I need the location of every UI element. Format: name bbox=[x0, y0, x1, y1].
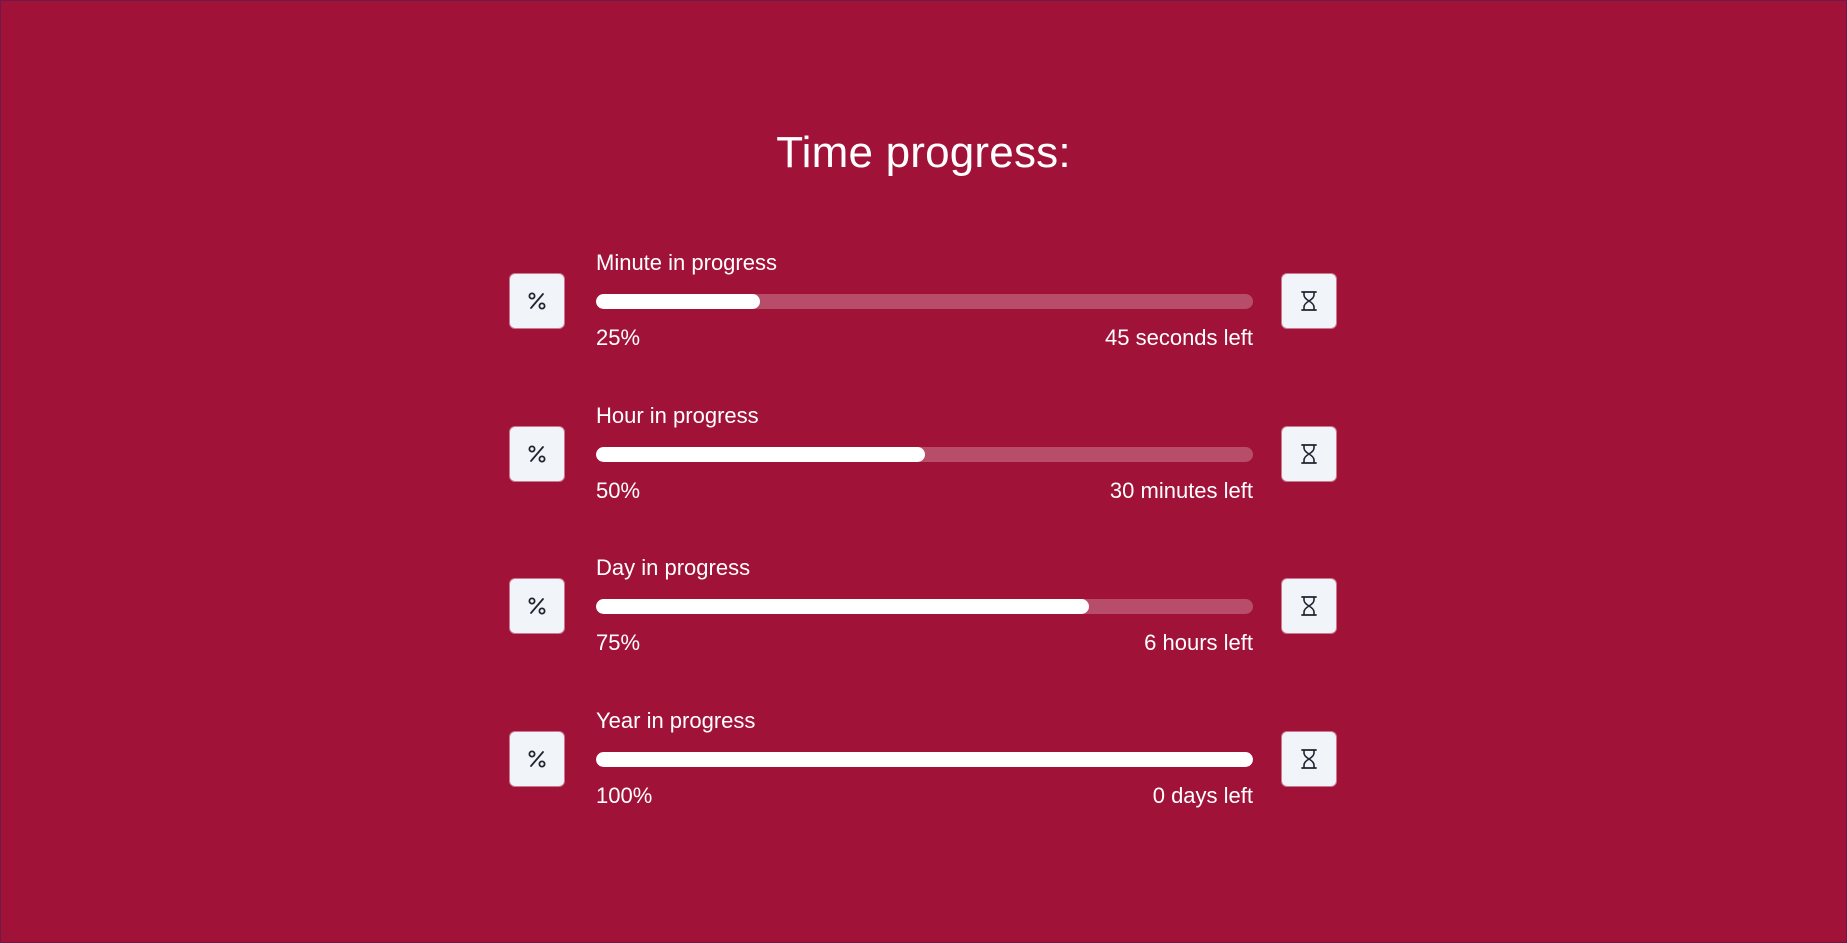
remaining-toggle-button[interactable] bbox=[1281, 731, 1337, 787]
progress-label: Minute in progress bbox=[596, 250, 777, 275]
progress-percent: 50% bbox=[596, 478, 641, 503]
time-remaining: 6 hours left bbox=[1144, 630, 1253, 655]
progress-percent: 25% bbox=[596, 325, 641, 350]
hourglass-icon bbox=[1301, 596, 1317, 616]
progress-track bbox=[596, 599, 1253, 614]
progress-track bbox=[596, 294, 1253, 309]
progress-row-hour: Hour in progress 50% 30 minutes left bbox=[509, 403, 1340, 515]
remaining-toggle-button[interactable] bbox=[1281, 578, 1337, 634]
page-title: Time progress: bbox=[776, 128, 1071, 177]
percent-icon bbox=[528, 292, 546, 310]
progress-label: Year in progress bbox=[596, 708, 756, 733]
progress-fill bbox=[596, 447, 925, 462]
time-remaining: 0 days left bbox=[1152, 783, 1253, 808]
percent-toggle-button[interactable] bbox=[509, 426, 565, 482]
percent-toggle-button[interactable] bbox=[509, 578, 565, 634]
hourglass-icon bbox=[1301, 749, 1317, 769]
progress-label: Hour in progress bbox=[596, 403, 759, 428]
progress-percent: 100% bbox=[596, 783, 653, 808]
progress-row-year: Year in progress 100% 0 days left bbox=[509, 708, 1340, 820]
hourglass-icon bbox=[1301, 444, 1317, 464]
progress-fill bbox=[596, 294, 761, 309]
hourglass-icon bbox=[1301, 291, 1317, 311]
progress-row-day: Day in progress 75% 6 hours left bbox=[509, 555, 1340, 667]
progress-track bbox=[596, 752, 1253, 767]
percent-toggle-button[interactable] bbox=[509, 731, 565, 787]
time-remaining: 30 minutes left bbox=[1109, 478, 1253, 503]
progress-percent: 75% bbox=[596, 630, 641, 655]
time-remaining: 45 seconds left bbox=[1105, 325, 1253, 350]
remaining-toggle-button[interactable] bbox=[1281, 273, 1337, 329]
progress-row-minute: Minute in progress 25% 45 seconds left bbox=[509, 250, 1340, 362]
percent-icon bbox=[528, 445, 546, 463]
progress-label: Day in progress bbox=[596, 555, 751, 580]
progress-fill bbox=[596, 752, 1253, 767]
percent-icon bbox=[528, 597, 546, 615]
remaining-toggle-button[interactable] bbox=[1281, 426, 1337, 482]
percent-toggle-button[interactable] bbox=[509, 273, 565, 329]
progress-track bbox=[596, 447, 1253, 462]
percent-icon bbox=[528, 750, 546, 768]
progress-fill bbox=[596, 599, 1089, 614]
